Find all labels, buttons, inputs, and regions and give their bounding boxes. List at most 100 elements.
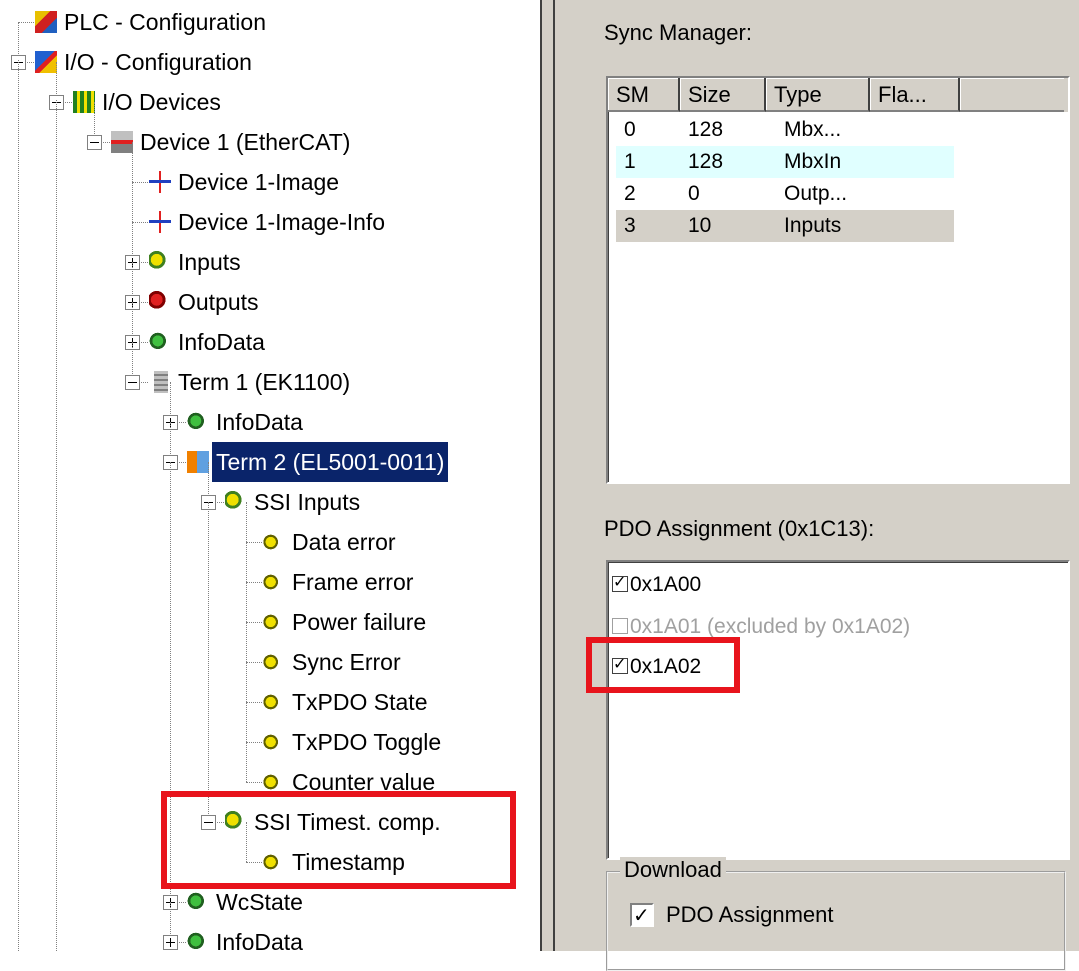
column-header-type[interactable]: Type (766, 78, 870, 112)
tree-node-label[interactable]: Term 1 (EK1100) (174, 362, 354, 402)
tree-node-label[interactable]: Device 1-Image-Info (174, 202, 389, 242)
pdo-item[interactable]: 0x1A00 (612, 568, 702, 600)
tree-node-label[interactable]: Device 1-Image (174, 162, 343, 202)
sync-manager-row[interactable]: 0 128 Mbx... (616, 114, 954, 146)
tree-node[interactable]: I/O - Configuration (0, 22, 540, 82)
tree-node[interactable]: Inputs (0, 222, 540, 282)
tree-node-label[interactable]: Device 1 (EtherCAT) (136, 122, 354, 162)
tree-node-label[interactable]: PLC - Configuration (60, 2, 270, 42)
sync-manager-cell-sm: 3 (624, 214, 636, 237)
tree-node-label[interactable]: Data error (288, 522, 400, 562)
expand-icon[interactable] (163, 935, 178, 950)
tree-node-label[interactable]: TxPDO Toggle (288, 722, 445, 762)
tree-node-label[interactable]: InfoData (212, 402, 307, 442)
sync-manager-row[interactable]: 1 128 MbxIn (616, 146, 954, 178)
tree-node[interactable]: InfoData (0, 902, 540, 951)
tree-node-label[interactable]: Sync Error (288, 642, 405, 682)
tree-node[interactable]: InfoData (0, 302, 540, 362)
highlight-pdo-0x1a02-box (586, 637, 740, 693)
tree-node[interactable]: Term 2 (EL5001-0011) (0, 422, 540, 482)
terminal-module-icon (187, 451, 209, 473)
sync-manager-cell-sm: 2 (624, 182, 636, 205)
terminal-icon (154, 371, 168, 393)
variable-input-icon (263, 611, 285, 633)
tree-trunk-line (56, 100, 57, 951)
sync-manager-cell-sm: 0 (624, 118, 636, 141)
outputs-icon (149, 291, 171, 313)
tree-connector (246, 582, 247, 622)
infodata-icon (149, 331, 171, 353)
tree-node-label[interactable]: Outputs (174, 282, 263, 322)
tree-node[interactable]: SSI Inputs (0, 462, 540, 522)
tree-connector (246, 622, 262, 623)
sync-manager-row[interactable]: 3 10 Inputs (616, 210, 954, 242)
variable-input-icon (263, 651, 285, 673)
tree-node[interactable]: Power failure (0, 582, 540, 642)
tree-connector (132, 222, 148, 223)
io-config-icon (35, 51, 57, 73)
sync-manager-cell-size: 10 (688, 214, 712, 237)
tree-node[interactable]: Outputs (0, 262, 540, 322)
splitter[interactable] (540, 0, 560, 951)
tree-connector (18, 22, 34, 23)
collapse-icon[interactable] (87, 135, 102, 150)
pdo-item-label: 0x1A00 (630, 573, 702, 596)
sync-manager-cell-type: Mbx... (784, 118, 842, 141)
pdo-checkbox[interactable] (612, 568, 628, 598)
column-header-size[interactable]: Size (680, 78, 766, 112)
variable-input-icon (263, 771, 285, 793)
tree-node[interactable]: PLC - Configuration (0, 2, 540, 42)
variable-input-icon (263, 691, 285, 713)
tree-node-label[interactable]: I/O - Configuration (60, 42, 256, 82)
tree-node-label[interactable]: Power failure (288, 602, 430, 642)
tree-connector (246, 702, 247, 742)
tree-node[interactable]: Device 1 (EtherCAT) (0, 102, 540, 162)
tree-node[interactable]: Frame error (0, 542, 540, 602)
infodata-icon (187, 411, 209, 433)
tree-connector (132, 142, 133, 182)
sync-manager-cell-size: 0 (688, 182, 700, 205)
tree-node[interactable]: TxPDO State (0, 662, 540, 722)
tree-connector (132, 182, 148, 183)
sync-manager-cell-type: MbxIn (784, 150, 842, 173)
tree-node-label[interactable]: Inputs (174, 242, 245, 282)
tree-connector (246, 702, 262, 703)
tree-node[interactable]: TxPDO Toggle (0, 702, 540, 762)
tree-node[interactable]: Device 1-Image-Info (0, 182, 540, 242)
plc-config-icon (35, 11, 57, 33)
tree-node-label[interactable]: SSI Inputs (250, 482, 364, 522)
tree-trunk-line (18, 60, 19, 951)
column-header-flags[interactable]: Fla... (870, 78, 960, 112)
io-devices-icon (73, 91, 95, 113)
tree-node-label[interactable]: InfoData (212, 922, 307, 951)
tree-node[interactable]: Device 1-Image (0, 142, 540, 202)
tree-node[interactable]: Sync Error (0, 622, 540, 682)
image-icon (149, 211, 171, 233)
tree-node-label[interactable]: InfoData (174, 322, 269, 362)
tree-connector (246, 582, 262, 583)
tree-node-label[interactable]: Term 2 (EL5001-0011) (212, 442, 449, 482)
pdo-assignment-checkbox[interactable] (630, 902, 654, 930)
download-group: Download PDO Assignment (606, 857, 1066, 971)
tree-node-label[interactable]: I/O Devices (98, 82, 225, 122)
column-header-sm[interactable]: SM (608, 78, 680, 112)
sync-manager-row[interactable]: 2 0 Outp... (616, 178, 954, 210)
sync-manager-list[interactable]: SM Size Type Fla... 0 128 Mbx... 1 128 MbxIn 2… (606, 76, 1070, 484)
tree-node[interactable]: InfoData (0, 382, 540, 442)
pdo-assignment-caption: PDO Assignment (0x1C13): (604, 516, 875, 541)
tree-connector (246, 662, 262, 663)
tree-node-label[interactable]: TxPDO State (288, 682, 431, 722)
variable-input-icon (263, 571, 285, 593)
tree-node-label[interactable]: Frame error (288, 562, 417, 602)
tree-node[interactable]: Term 1 (EK1100) (0, 342, 540, 402)
pdo-assignment-list[interactable]: 0x1A000x1A01 (excluded by 0x1A02)0x1A02 (606, 560, 1070, 860)
tree-connector (246, 502, 247, 542)
pdo-checkbox (612, 618, 628, 634)
tree-node[interactable]: I/O Devices (0, 62, 540, 122)
tree-connector (246, 742, 262, 743)
tree-node[interactable]: Data error (0, 502, 540, 562)
pdo-assignment-download-label: PDO Assignment (666, 902, 834, 927)
collapse-icon[interactable] (125, 375, 140, 390)
column-header-empty (960, 78, 1064, 112)
sync-manager-header: SM Size Type Fla... (608, 78, 1068, 112)
